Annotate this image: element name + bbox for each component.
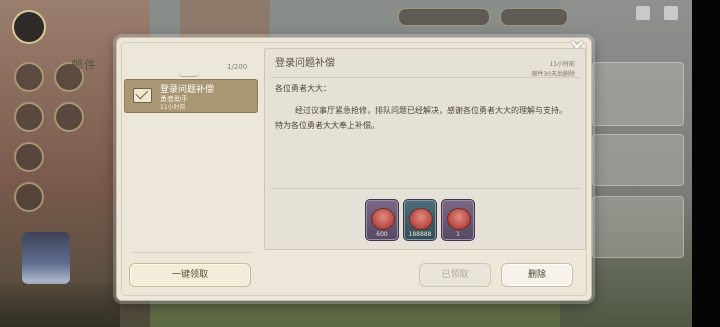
- content-divider: [270, 77, 580, 78]
- screen-edge: [692, 0, 720, 327]
- top-right-button-1[interactable]: [636, 6, 650, 20]
- mail-panel-title: 邮件: [70, 58, 97, 72]
- claim-all-button[interactable]: 一键领取: [129, 263, 251, 287]
- character-portrait: [22, 232, 70, 284]
- coin-icon: [371, 208, 395, 230]
- delete-button[interactable]: 删除: [501, 263, 573, 287]
- reward-count: 1: [456, 231, 460, 238]
- reward-item-3[interactable]: 1: [441, 199, 475, 241]
- side-menu-icon-5[interactable]: [14, 142, 44, 172]
- mail-count: 1/200: [227, 63, 248, 71]
- mail-list-item[interactable]: 登录问题补偿 勇者助手 11小时前: [124, 79, 258, 113]
- reward-divider: [270, 188, 580, 189]
- mail-item-time: 11小时前: [160, 104, 186, 111]
- reward-item-1[interactable]: 600: [365, 199, 399, 241]
- mail-greeting: 各位勇者大大：: [275, 84, 331, 93]
- side-menu-icon-3[interactable]: [14, 102, 44, 132]
- player-avatar[interactable]: [12, 10, 46, 44]
- mail-detail-title: 登录问题补偿: [275, 58, 335, 69]
- coin-icon: [447, 208, 471, 230]
- chat-bar[interactable]: [0, 282, 120, 327]
- mail-body: 经过议事厅紧急抢修，排队问题已经解决，感谢各位勇者大大的理解与支持。特为各位勇者…: [275, 106, 567, 130]
- coin-icon: [409, 208, 433, 230]
- currency-bar-1[interactable]: [398, 8, 490, 26]
- reward-count: 600: [376, 231, 388, 238]
- side-menu-icon-1[interactable]: [14, 62, 44, 92]
- currency-bar-2[interactable]: [500, 8, 568, 26]
- reward-count: 188888: [408, 231, 432, 238]
- top-right-button-2[interactable]: [664, 6, 678, 20]
- event-banner[interactable]: [592, 62, 684, 126]
- right-card-2[interactable]: [592, 196, 684, 258]
- side-menu-icon-6[interactable]: [14, 182, 44, 212]
- reward-item-2[interactable]: 188888: [403, 199, 437, 241]
- title-ornament: [178, 72, 200, 77]
- claimed-button[interactable]: 已领取: [419, 263, 491, 287]
- right-card-1[interactable]: [592, 134, 684, 186]
- building-top: [180, 0, 270, 40]
- envelope-icon: [133, 88, 152, 103]
- left-divider: [132, 252, 252, 253]
- side-menu-icon-4[interactable]: [54, 102, 84, 132]
- mail-detail-time: 11小时前: [549, 61, 575, 68]
